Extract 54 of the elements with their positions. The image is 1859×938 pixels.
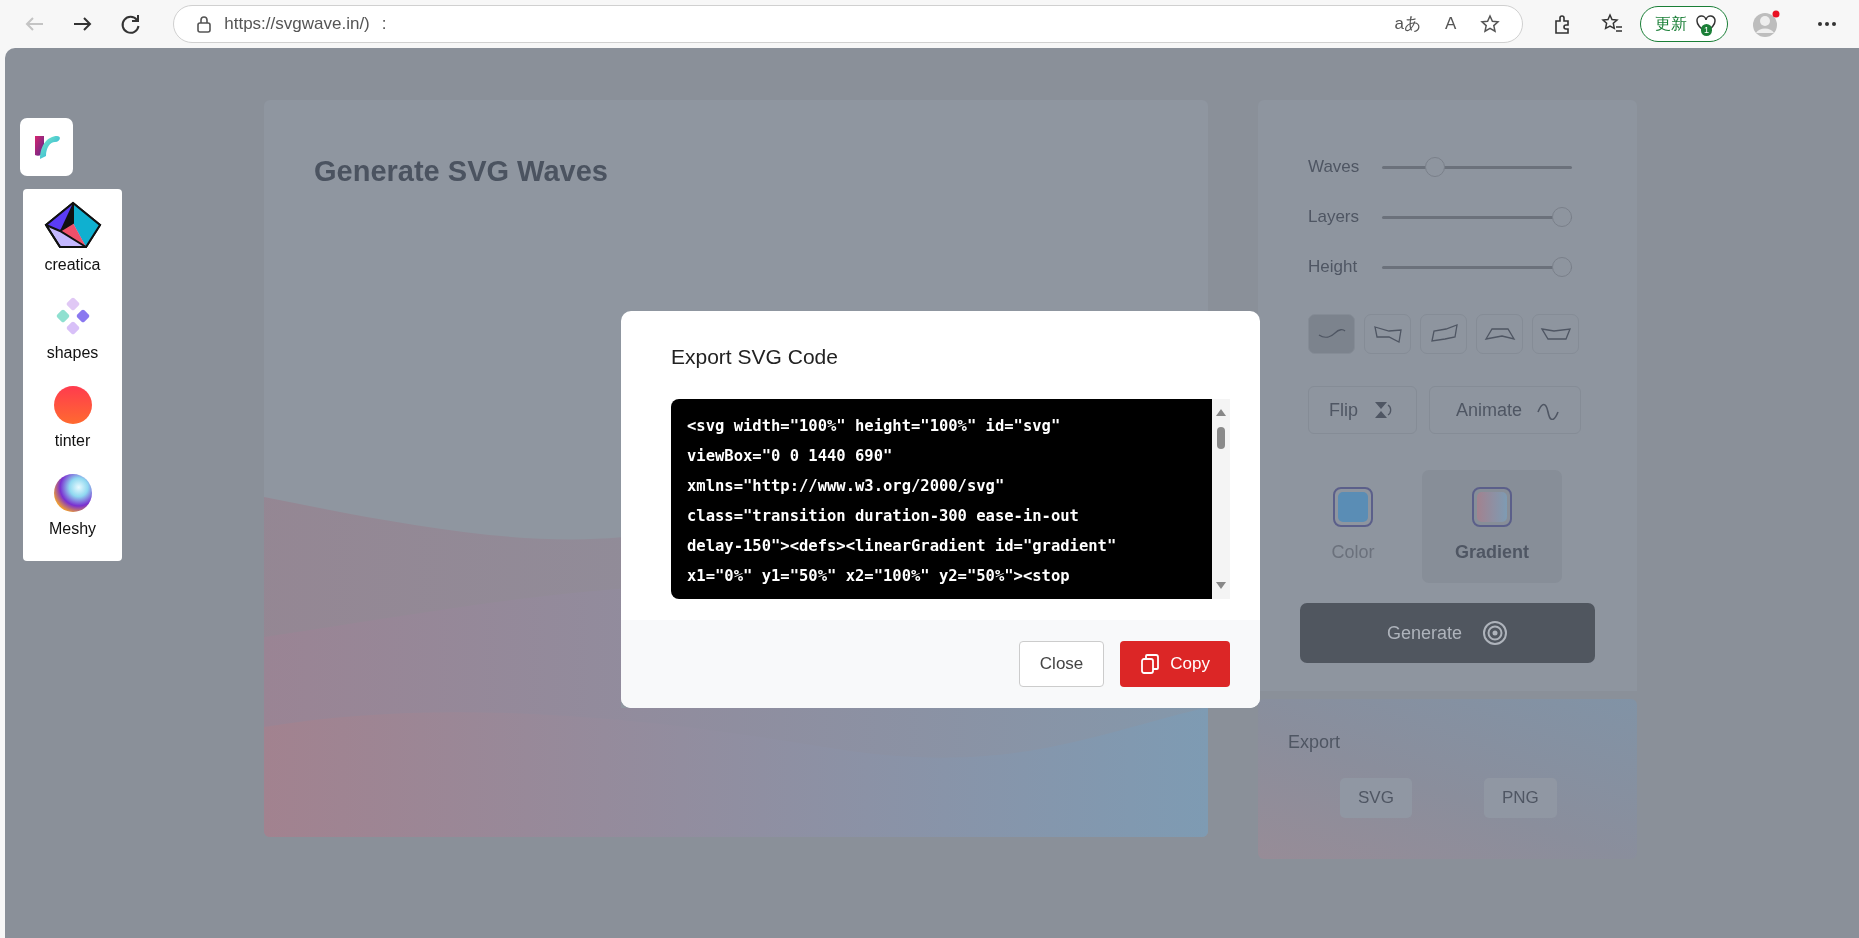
slider-thumb[interactable] (1424, 157, 1445, 177)
app-logo[interactable] (20, 118, 73, 176)
read-aloud-button[interactable]: A (1438, 11, 1463, 37)
shape-button[interactable] (1532, 314, 1579, 354)
code-line: xmlns="http://www.w3.org/2000/svg" (687, 475, 1006, 497)
target-icon (1482, 620, 1509, 646)
page-title: Generate SVG Waves (314, 154, 608, 189)
lock-icon (196, 15, 213, 33)
slider[interactable] (1382, 207, 1572, 227)
code-line: x1="0%" y1="50%" x2="100%" y2="50%"><stop (687, 565, 1071, 587)
scrollbar[interactable] (1212, 398, 1230, 599)
copy-button[interactable]: Copy (1120, 641, 1230, 687)
update-badge: 1 (1701, 24, 1713, 36)
export-title: Export (1288, 731, 1342, 754)
slider-thumb[interactable] (1552, 207, 1572, 227)
sidebar-item[interactable]: tinter (52, 385, 93, 453)
generate-button[interactable]: Generate (1300, 603, 1595, 663)
code-line: class="transition duration-300 ease-in-out (687, 505, 1080, 527)
shape-button[interactable] (1476, 314, 1523, 354)
url-suffix: : (381, 13, 387, 36)
favorites-icon (1600, 13, 1623, 35)
code-line: <svg width="100%" height="100%" id="svg" (687, 415, 1062, 437)
sidebar-item[interactable]: creatica (43, 201, 102, 277)
shape-button[interactable] (1308, 314, 1355, 354)
slider-label: Height (1308, 256, 1359, 279)
dialog-title: Export SVG Code (670, 344, 839, 370)
wave-shape-icon (1371, 323, 1404, 345)
code-line: delay-150"><defs><linearGradient id="gradient" (687, 535, 1118, 557)
update-button[interactable]: 更新 1 (1640, 6, 1729, 42)
slider[interactable] (1382, 257, 1572, 277)
translate-button[interactable]: aあ (1388, 11, 1427, 37)
cube-icon (43, 201, 102, 249)
slider-label: Waves (1308, 156, 1361, 179)
sidebar-item[interactable]: shapes (46, 297, 99, 365)
sphere-icon (52, 473, 93, 513)
logo-icon (32, 133, 61, 161)
url-text: https://svgwave.in/) (224, 13, 370, 36)
gradient-swatch (1472, 487, 1512, 527)
circle-icon (52, 385, 93, 425)
copy-icon (1140, 653, 1161, 675)
shape-button[interactable] (1420, 314, 1467, 354)
code-line: viewBox="0 0 1440 690" (687, 445, 894, 467)
slider-label: Layers (1308, 206, 1361, 229)
color-swatch (1333, 487, 1373, 527)
address-bar[interactable]: https://svgwave.in/) : aあ A (173, 5, 1524, 43)
avatar-icon (1752, 10, 1781, 38)
scroll-thumb[interactable] (1217, 426, 1225, 449)
slider-thumb[interactable] (1552, 257, 1572, 277)
sidebar-item[interactable]: Meshy (48, 473, 97, 541)
more-icon (1816, 21, 1837, 27)
scroll-down-icon (1215, 580, 1227, 591)
shape-button[interactable] (1364, 314, 1411, 354)
close-button[interactable]: Close (1018, 641, 1105, 687)
slider[interactable] (1382, 157, 1572, 177)
